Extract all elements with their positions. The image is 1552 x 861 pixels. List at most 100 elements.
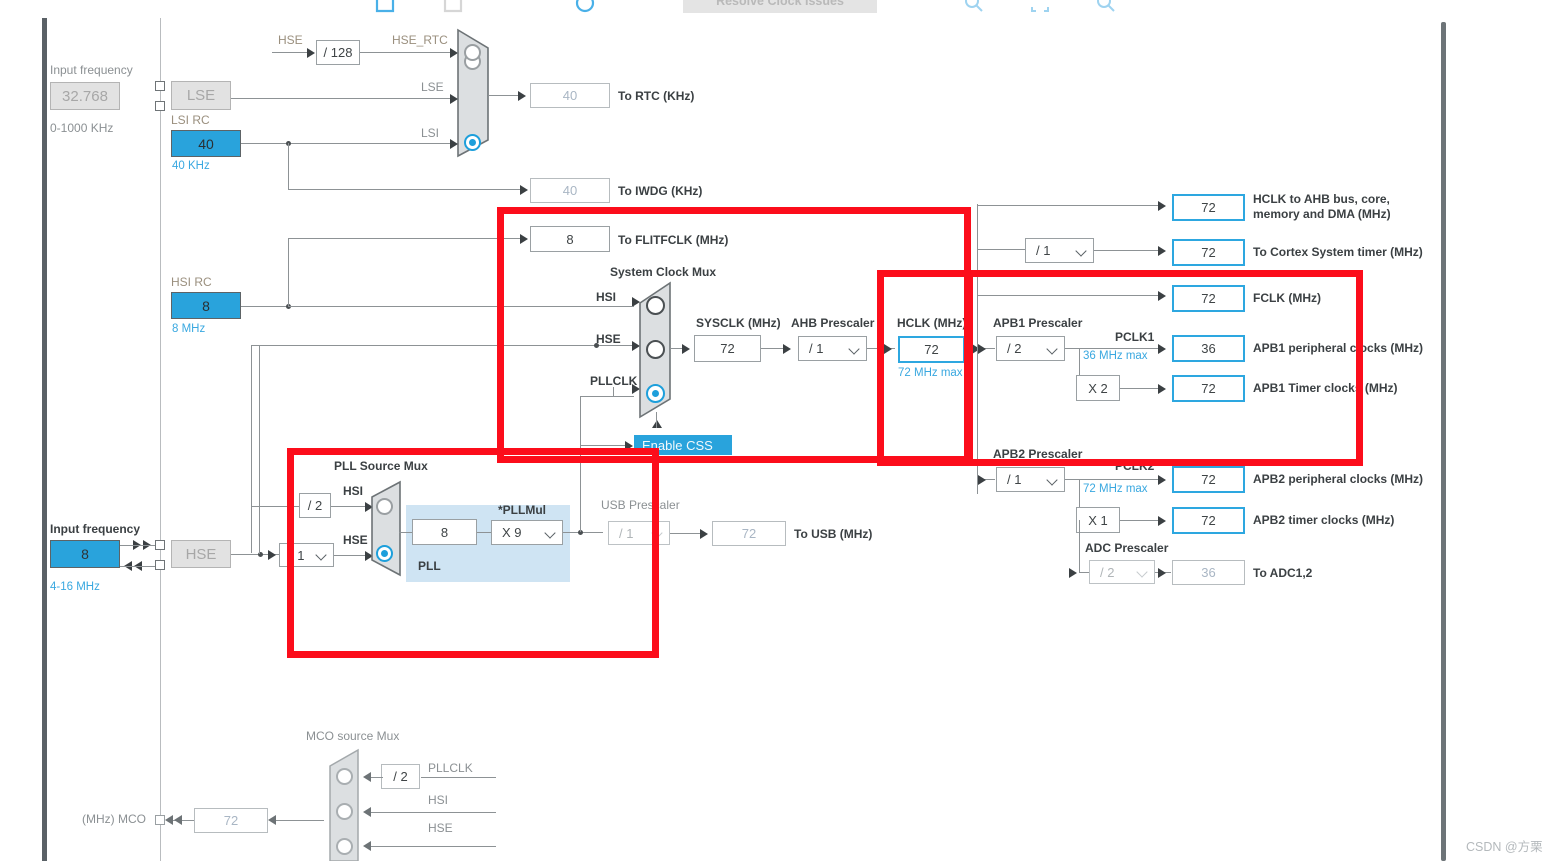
to-usb-label: To USB (MHz)	[794, 527, 873, 541]
apb2-periph-output-label: APB2 peripheral clocks (MHz)	[1253, 472, 1424, 486]
chevron-down-icon	[850, 344, 860, 354]
zoom-in-icon[interactable]	[963, 0, 985, 14]
lse-input-frequency-field[interactable]: 32.768	[50, 82, 120, 110]
hclk-ahb-output-field: 72	[1172, 194, 1245, 221]
apb1-periph-output-field: 36	[1172, 335, 1245, 362]
sysmux-hsi-input-label: HSI	[596, 290, 617, 304]
wire-pllsrc-to-mul	[477, 532, 491, 533]
mco-pllclk-divider-box[interactable]: / 2	[381, 764, 420, 789]
resolve-clock-issues-button[interactable]: Resolve Clock Issues	[683, 0, 877, 13]
arrow-apb2-periph	[1158, 475, 1166, 485]
adc-prescaler-value: / 2	[1100, 564, 1115, 580]
arrow-usbps-out	[700, 529, 708, 539]
pclk1-max-label: 36 MHz max	[1083, 350, 1148, 362]
rtc-mux-input-lsi-radio[interactable]	[464, 134, 481, 151]
arrow-ahb-hclk	[884, 344, 892, 354]
cortex-prescaler-value: / 1	[1036, 243, 1051, 258]
usb-prescaler-value: / 1	[619, 525, 634, 541]
panel-collapse-icon[interactable]	[442, 0, 464, 14]
fclk-output-field: 72	[1172, 285, 1245, 312]
zoom-out-icon[interactable]	[1095, 0, 1117, 14]
hse-rtc-divider-box[interactable]: / 128	[316, 40, 360, 65]
pllmul-select[interactable]: X 9	[491, 520, 563, 545]
arrow-rtcmux-out	[518, 91, 526, 101]
hse-pin-in[interactable]	[155, 540, 165, 550]
arrow-apb1-periph	[1158, 344, 1166, 354]
lse-oscillator-block[interactable]: LSE	[171, 81, 231, 110]
sysmux-pllclk-radio[interactable]	[646, 384, 665, 403]
wire-css-feed-h	[580, 445, 628, 446]
arrow-sysmux-out	[682, 344, 690, 354]
arrow-hclk-apb2ps	[978, 475, 986, 485]
hse-oscillator-block[interactable]: HSE	[171, 540, 231, 568]
wire-adc-drop	[1079, 520, 1080, 572]
chevron-down-icon	[317, 550, 327, 560]
lse-range-label: 0-1000 KHz	[50, 121, 114, 135]
to-adc-output-label: To ADC1,2	[1253, 566, 1313, 580]
sysmux-hse-radio[interactable]	[646, 340, 665, 359]
lsi-value-field[interactable]: 40	[171, 130, 241, 157]
wire-hse-up-main	[259, 345, 260, 554]
arrow-hse-to-prescaler	[268, 550, 276, 560]
hsi-value-field[interactable]: 8	[171, 292, 241, 319]
wire-mco-pllclk-to-mux	[371, 777, 383, 778]
wire-hse-up-to-sysmux	[259, 345, 634, 346]
apb2-prescaler-select[interactable]: / 1	[996, 467, 1065, 492]
sysmux-hsi-radio[interactable]	[646, 296, 665, 315]
adc-prescaler-select[interactable]: / 2	[1089, 560, 1155, 584]
arrow-sysclk-ahb	[783, 344, 791, 354]
chevron-down-icon	[546, 528, 556, 538]
vertical-scrollbar[interactable]	[1441, 22, 1446, 861]
clock-configuration-canvas[interactable]: Resolve Clock Issues Input frequency 32.…	[0, 0, 1552, 861]
pll-mux-hsi-radio[interactable]	[376, 498, 393, 515]
arrow-hclk-fclk	[1158, 291, 1166, 301]
apb1-prescaler-select[interactable]: / 2	[996, 336, 1065, 361]
sysmux-hse-input-label: HSE	[596, 332, 621, 346]
hse-input-frequency-field[interactable]: 8	[50, 540, 120, 568]
sysmux-pllclk-label: PLLCLK	[590, 374, 638, 388]
rtc-mux-input-hse-rtc-radio[interactable]	[464, 44, 481, 61]
adc-prescaler-label: ADC Prescaler	[1085, 541, 1169, 555]
arrow-hclk-apb1ps	[978, 344, 986, 354]
pll-hsi-divider-box[interactable]: / 2	[299, 493, 331, 518]
wire-mco-hsi-in	[371, 812, 496, 813]
wire-hclk-cortexps	[977, 249, 1025, 250]
ahb-prescaler-label: AHB Prescaler	[791, 316, 875, 330]
lse-pin-in[interactable]	[155, 81, 165, 91]
mco-pin[interactable]	[155, 815, 165, 825]
to-flitfclk-label: To FLITFCLK (MHz)	[618, 233, 729, 247]
refresh-icon[interactable]	[574, 0, 596, 14]
enable-css-toggle[interactable]: Enable CSS	[634, 435, 732, 455]
cortex-prescaler-select[interactable]: / 1	[1025, 238, 1094, 263]
panel-icon[interactable]	[374, 0, 396, 14]
to-rtc-value-field: 40	[530, 83, 610, 108]
pll-mux-hse-radio[interactable]	[376, 545, 393, 562]
hse-pin-out[interactable]	[155, 560, 165, 570]
lsi-rc-label: LSI RC	[171, 113, 210, 127]
lse-pin-out[interactable]	[155, 101, 165, 111]
wire-lsi-down	[288, 143, 289, 189]
wire-mco-pllclk-in	[421, 777, 496, 778]
arrow-mco-pin-1	[174, 815, 182, 825]
wire-hse-to-div128	[272, 52, 310, 53]
mco-mux-pllclk-radio[interactable]	[336, 768, 353, 785]
fit-screen-icon[interactable]	[1029, 0, 1051, 14]
hsi-unit-label: 8 MHz	[172, 323, 206, 335]
apb2-prescaler-label: APB2 Prescaler	[993, 447, 1083, 461]
hse-prescaler-select[interactable]: / 1	[279, 543, 334, 567]
to-iwdg-label: To IWDG (KHz)	[618, 184, 703, 198]
sysclk-label: SYSCLK (MHz)	[696, 316, 781, 330]
apb2-timer-output-field: 72	[1172, 507, 1245, 534]
mco-mux-hsi-radio[interactable]	[336, 803, 353, 820]
watermark: CSDN @方栗	[1466, 840, 1543, 854]
pll-source-mux[interactable]	[370, 480, 402, 577]
to-adc-output-field: 36	[1172, 560, 1245, 585]
rtc-mux-lse-input-label: LSE	[421, 80, 444, 94]
apb1-timer-multiplier-box: X 2	[1076, 375, 1120, 401]
hse-range-label: 4-16 MHz	[50, 581, 100, 593]
mco-mux-hse-radio[interactable]	[336, 838, 353, 855]
hse-div128-input-label: HSE	[278, 33, 303, 47]
ahb-prescaler-select[interactable]: / 1	[798, 336, 867, 361]
to-flitfclk-value-field: 8	[530, 226, 610, 252]
usb-prescaler-select[interactable]: / 1	[608, 521, 670, 545]
